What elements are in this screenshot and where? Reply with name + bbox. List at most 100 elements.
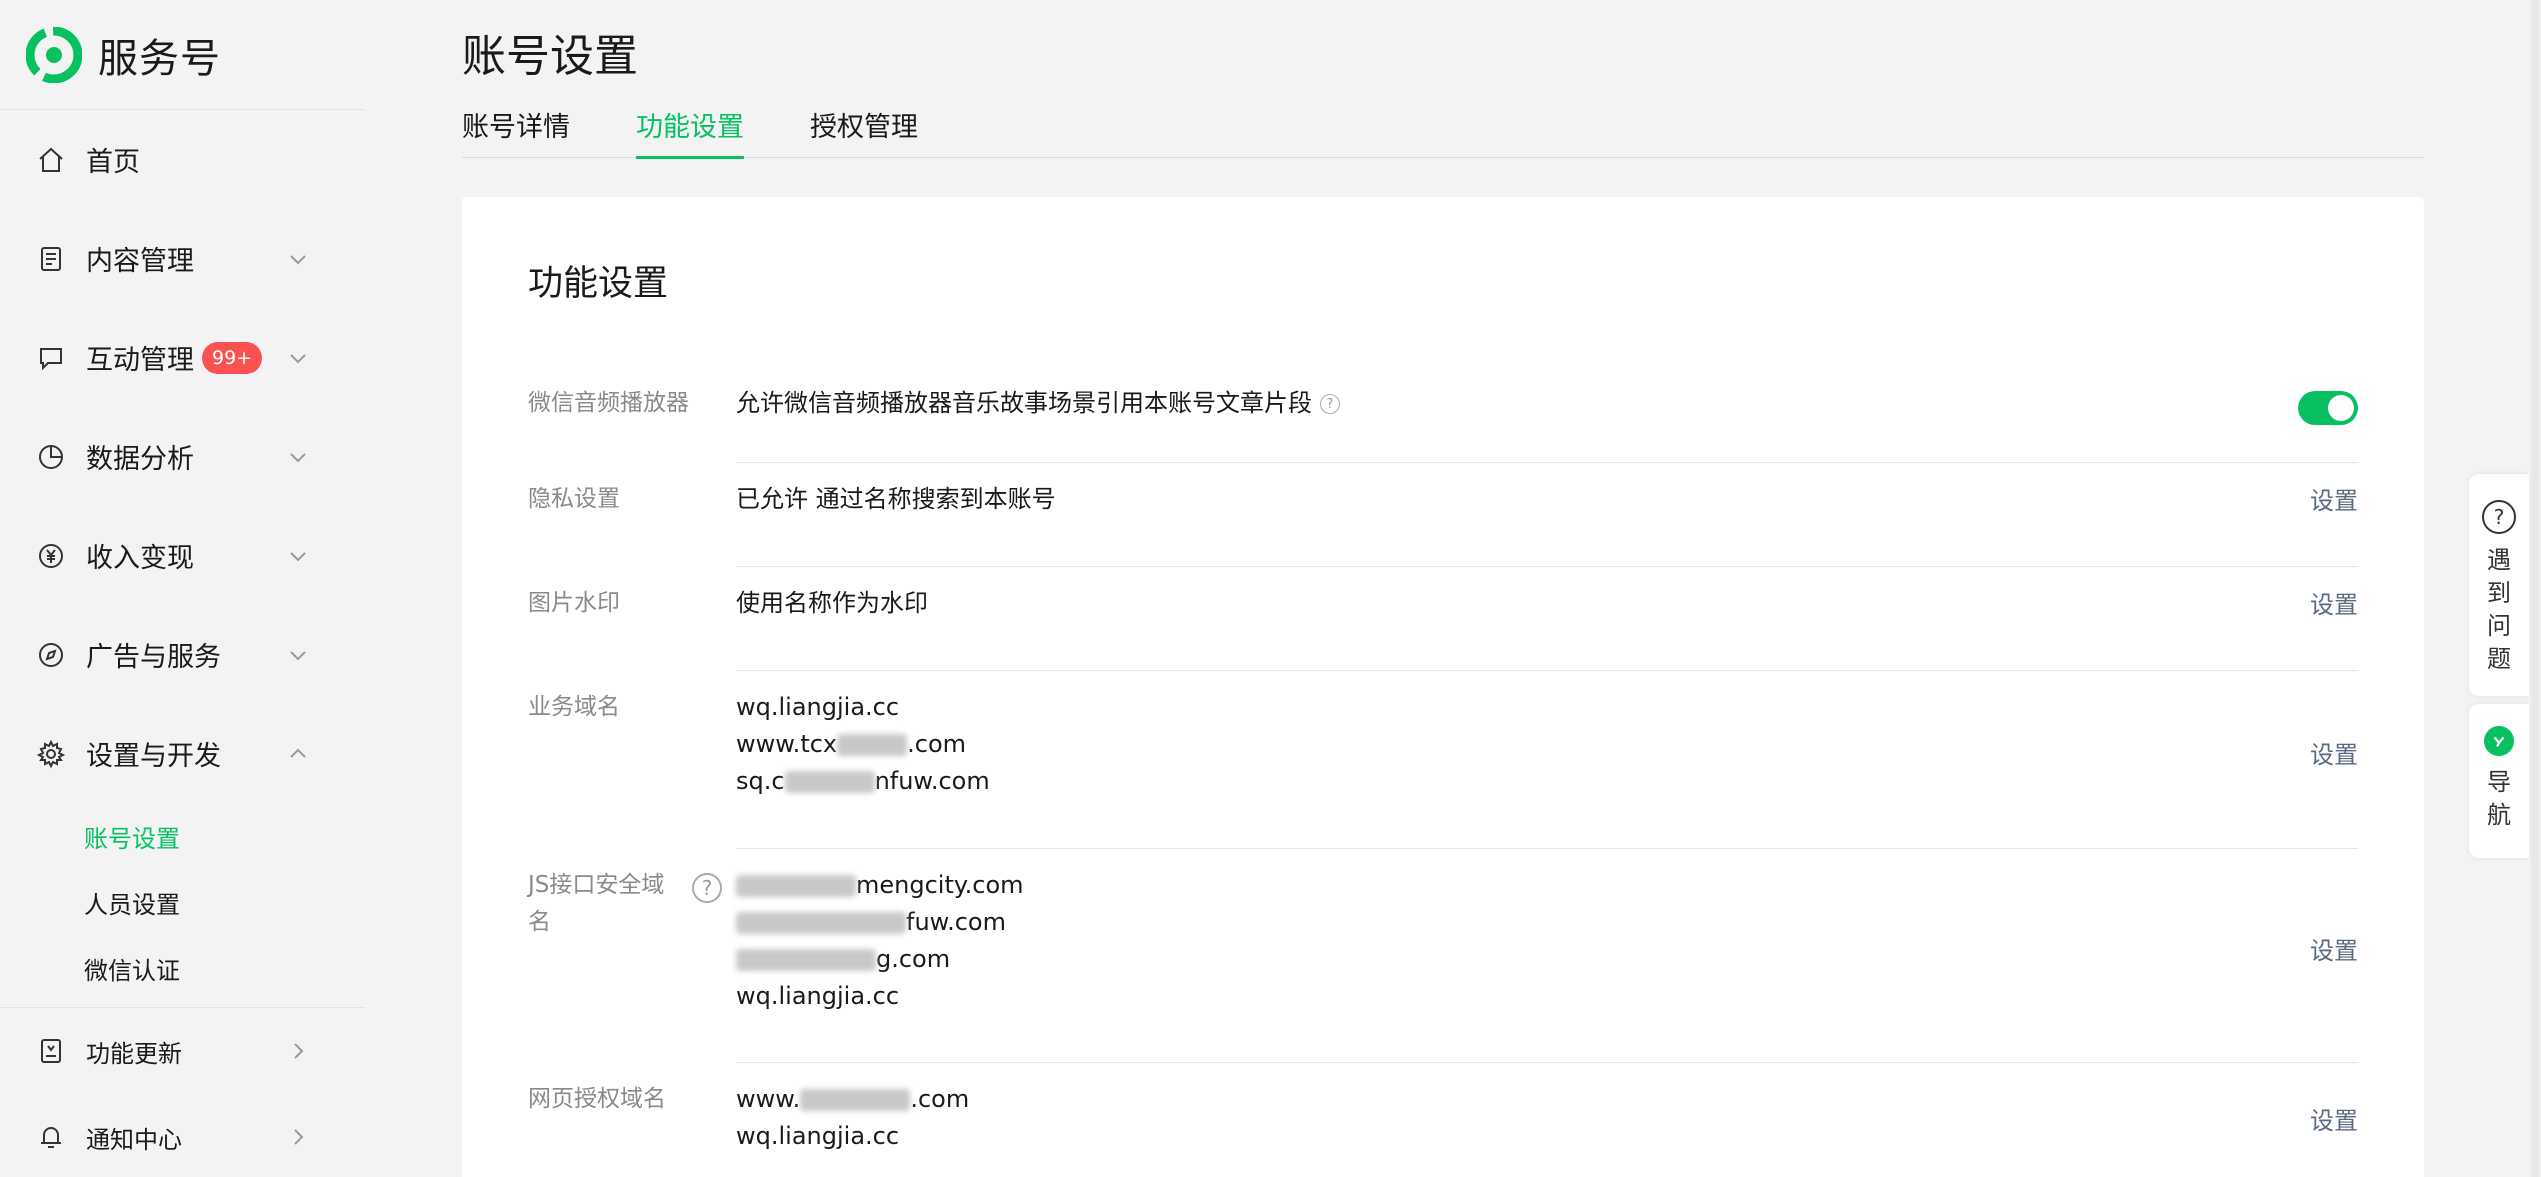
sidebar-item-label: 功能更新	[86, 1039, 182, 1068]
brand-logo-icon	[26, 26, 82, 83]
help-widget-label: 遇到问题	[2487, 546, 2511, 673]
setting-value: 允许微信音频播放器音乐故事场景引用本账号文章片段?	[736, 385, 1340, 422]
privacy-settings-link[interactable]: 设置	[2310, 481, 2358, 516]
setting-label: JS接口安全域名 ?	[528, 849, 736, 1063]
setting-label: 图片水印	[528, 590, 620, 616]
brand-name: 服务号	[98, 35, 221, 82]
sidebar-item-notifications[interactable]: 通知中心	[0, 1094, 365, 1177]
chevron-right-icon	[294, 1129, 304, 1145]
chevron-down-icon	[290, 353, 306, 363]
navigation-widget[interactable]: 导航	[2469, 704, 2529, 858]
sidebar-item-label: 广告与服务	[86, 642, 221, 673]
sidebar-item-content[interactable]: 内容管理	[0, 209, 365, 308]
setting-row-watermark: 图片水印 使用名称作为水印 设置	[528, 567, 2358, 671]
document-icon	[36, 244, 66, 274]
domain-item: g.com	[736, 941, 1024, 978]
domain-item: www. .com	[736, 1085, 970, 1113]
domain-item: fuw.com	[736, 904, 1024, 941]
settings-card: 功能设置 微信音频播放器 允许微信音频播放器音乐故事场景引用本账号文章片段? 隐…	[462, 197, 2424, 1177]
redacted-text	[800, 1089, 911, 1111]
redacted-text	[736, 949, 876, 971]
navigation-icon	[2484, 726, 2514, 756]
chevron-down-icon	[290, 254, 306, 264]
js-domain-settings-link[interactable]: 设置	[2310, 931, 2358, 966]
tab-authorization[interactable]: 授权管理	[810, 108, 918, 158]
gear-icon	[36, 739, 66, 769]
sidebar-item-revenue[interactable]: 收入变现	[0, 506, 365, 605]
chevron-down-icon	[290, 650, 306, 660]
home-icon	[36, 145, 66, 175]
domain-list: www. .com wq.liangjia.cc	[736, 1081, 969, 1155]
setting-label: 隐私设置	[528, 486, 620, 512]
help-icon[interactable]: ?	[1320, 394, 1340, 414]
setting-row-js-domain: JS接口安全域名 ? mengcity.com fuw.com g.com wq…	[528, 849, 2358, 1063]
compass-icon	[36, 640, 66, 670]
sidebar-item-analytics[interactable]: 数据分析	[0, 407, 365, 506]
redacted-text	[736, 912, 906, 934]
setting-value: 使用名称作为水印	[736, 589, 928, 617]
setting-row-privacy: 隐私设置 已允许 通过名称搜索到本账号 设置	[528, 463, 2358, 567]
sidebar-item-label: 数据分析	[86, 444, 194, 475]
setting-label: 微信音频播放器	[528, 390, 689, 416]
chevron-down-icon	[290, 452, 306, 462]
sidebar-item-label: 首页	[86, 147, 140, 178]
domain-list: wq.liangjia.cc www.tcx .com sq.c nfuw.com	[736, 689, 990, 800]
brand[interactable]: 服务号	[0, 0, 365, 110]
chevron-right-icon	[294, 1043, 304, 1059]
sidebar-item-updates[interactable]: 功能更新	[0, 1008, 365, 1094]
sidebar-item-label: 互动管理	[86, 345, 194, 376]
setting-value: 已允许 通过名称搜索到本账号	[736, 485, 1056, 513]
sidebar-item-label: 通知中心	[86, 1125, 182, 1154]
setting-row-oauth-domain: 网页授权域名 www. .com wq.liangjia.cc 设置	[528, 1063, 2358, 1177]
subnav-member-settings[interactable]: 人员设置	[0, 869, 365, 935]
bell-icon	[36, 1122, 66, 1152]
page-scrollbar[interactable]	[2531, 0, 2539, 1177]
watermark-settings-link[interactable]: 设置	[2310, 585, 2358, 620]
domain-item: sq.c nfuw.com	[736, 767, 990, 795]
sidebar-item-label: 收入变现	[86, 543, 194, 574]
sidebar-item-interaction[interactable]: 互动管理 99+	[0, 308, 365, 407]
setting-row-business-domain: 业务域名 wq.liangjia.cc www.tcx .com sq.c nfuw…	[528, 671, 2358, 849]
toggle-knob	[2328, 395, 2354, 421]
card-title: 功能设置	[528, 264, 669, 304]
sidebar-item-label: 内容管理	[86, 246, 194, 277]
redacted-text	[784, 771, 875, 793]
setting-row-audio-player: 微信音频播放器 允许微信音频播放器音乐故事场景引用本账号文章片段?	[528, 367, 2358, 463]
tab-account-details[interactable]: 账号详情	[462, 108, 570, 158]
help-widget[interactable]: ? 遇到问题	[2469, 474, 2529, 696]
domain-item: wq.liangjia.cc	[736, 693, 900, 721]
oauth-domain-settings-link[interactable]: 设置	[2310, 1101, 2358, 1136]
tab-function-settings[interactable]: 功能设置	[636, 108, 744, 159]
redacted-text	[736, 875, 856, 897]
message-icon	[36, 343, 66, 373]
question-icon: ?	[2482, 500, 2516, 534]
domain-item: wq.liangjia.cc	[736, 982, 900, 1010]
help-icon[interactable]: ?	[692, 873, 722, 903]
navigation-widget-label: 导航	[2487, 768, 2511, 829]
settings-subnav: 账号设置 人员设置 微信认证	[0, 803, 365, 1008]
setting-label: 业务域名	[528, 694, 620, 720]
sidebar-item-home[interactable]: 首页	[0, 110, 365, 209]
chevron-down-icon	[290, 551, 306, 561]
notification-badge: 99+	[202, 341, 263, 374]
domain-item: www.tcx .com	[736, 730, 967, 758]
redacted-text	[837, 734, 908, 756]
domain-item: mengcity.com	[736, 867, 1024, 904]
sidebar-item-ads[interactable]: 广告与服务	[0, 605, 365, 704]
audio-player-toggle[interactable]	[2298, 391, 2358, 425]
sidebar: 服务号 首页 内容管理 互动管理 99+ 数据分析 收入变现 广告与服务 设置与…	[0, 0, 365, 1177]
business-domain-settings-link[interactable]: 设置	[2310, 735, 2358, 770]
subnav-wechat-verify[interactable]: 微信认证	[0, 935, 365, 1001]
chevron-up-icon	[290, 748, 306, 758]
yen-coin-icon	[36, 541, 66, 571]
domain-list: mengcity.com fuw.com g.com wq.liangjia.c…	[736, 867, 1024, 1015]
subnav-account-settings[interactable]: 账号设置	[0, 803, 365, 869]
pie-chart-icon	[36, 442, 66, 472]
sidebar-item-settings[interactable]: 设置与开发	[0, 704, 365, 803]
update-doc-icon	[36, 1036, 66, 1066]
setting-label: 网页授权域名	[528, 1086, 666, 1112]
page-title: 账号设置	[462, 31, 638, 82]
domain-item: wq.liangjia.cc	[736, 1122, 900, 1150]
tab-bar: 账号详情 功能设置 授权管理	[462, 108, 2424, 159]
sidebar-item-label: 设置与开发	[86, 741, 221, 772]
